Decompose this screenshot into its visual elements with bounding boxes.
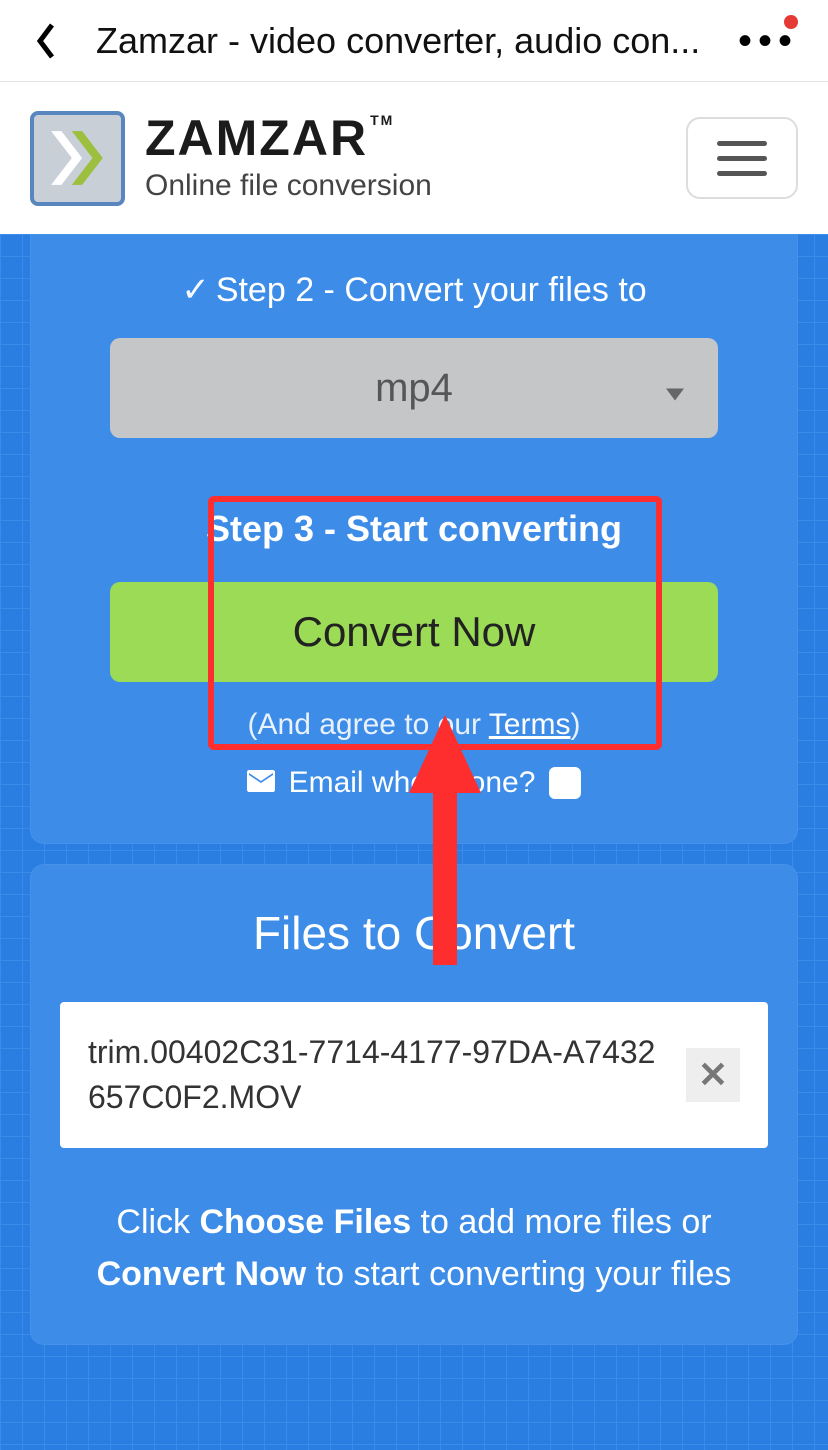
file-row: trim.00402C31-7714-4177-97DA-A7432657C0F… bbox=[60, 1002, 768, 1148]
remove-file-button[interactable]: ✕ bbox=[686, 1048, 740, 1102]
brand-logo[interactable] bbox=[30, 111, 125, 206]
brand-text: ZAMZARTM Online file conversion bbox=[145, 113, 686, 203]
email-when-done-checkbox[interactable] bbox=[549, 767, 581, 799]
hint-convert-now: Convert Now bbox=[97, 1255, 307, 1293]
page-title: Zamzar - video converter, audio con... bbox=[96, 20, 728, 62]
chevron-left-icon bbox=[34, 21, 58, 61]
format-select[interactable]: mp4 bbox=[110, 338, 718, 438]
more-menu-button[interactable]: ••• bbox=[738, 11, 798, 71]
terms-line: (And agree to our Terms) bbox=[60, 708, 768, 742]
step3-title: Step 3 - Start converting bbox=[60, 508, 768, 550]
format-selected-value: mp4 bbox=[375, 366, 453, 411]
site-header: ZAMZARTM Online file conversion bbox=[0, 82, 828, 234]
double-chevron-right-icon bbox=[47, 127, 109, 189]
files-panel: Files to Convert trim.00402C31-7714-4177… bbox=[30, 864, 798, 1345]
brand-name-text: ZAMZAR bbox=[145, 110, 368, 166]
hamburger-icon bbox=[717, 171, 767, 176]
terms-link[interactable]: Terms bbox=[489, 708, 571, 741]
files-title: Files to Convert bbox=[60, 906, 768, 960]
back-button[interactable] bbox=[30, 17, 62, 65]
brand-tagline: Online file conversion bbox=[145, 169, 686, 203]
dropdown-caret-icon bbox=[666, 366, 684, 411]
step3-block: Step 3 - Start converting Convert Now (A… bbox=[60, 508, 768, 800]
terms-suffix: ) bbox=[570, 708, 580, 741]
notification-dot-icon bbox=[784, 15, 798, 29]
email-when-done-label: Email when done? bbox=[289, 766, 536, 800]
trademark-text: TM bbox=[370, 112, 394, 128]
hamburger-icon bbox=[717, 141, 767, 146]
step2-label: ✓Step 2 - Convert your files to bbox=[60, 270, 768, 310]
convert-now-button[interactable]: Convert Now bbox=[110, 582, 718, 682]
step2-label-text: Step 2 - Convert your files to bbox=[216, 271, 647, 309]
hamburger-icon bbox=[717, 156, 767, 161]
hint-text: to start converting your files bbox=[306, 1255, 731, 1293]
files-hint: Click Choose Files to add more files or … bbox=[60, 1196, 768, 1301]
page-body: ✓Step 2 - Convert your files to mp4 Step… bbox=[0, 234, 828, 1450]
hint-choose-files: Choose Files bbox=[200, 1203, 412, 1241]
convert-panel: ✓Step 2 - Convert your files to mp4 Step… bbox=[30, 234, 798, 844]
menu-button[interactable] bbox=[686, 117, 798, 199]
terms-prefix: (And agree to our bbox=[248, 708, 489, 741]
email-when-done-row: Email when done? bbox=[60, 766, 768, 800]
hint-text: Click bbox=[116, 1203, 199, 1241]
close-icon: ✕ bbox=[698, 1054, 728, 1096]
hint-text: to add more files or bbox=[411, 1203, 711, 1241]
browser-top-bar: Zamzar - video converter, audio con... •… bbox=[0, 0, 828, 82]
check-icon: ✓ bbox=[181, 271, 210, 309]
file-name: trim.00402C31-7714-4177-97DA-A7432657C0F… bbox=[88, 1030, 666, 1120]
brand-name: ZAMZARTM bbox=[145, 113, 686, 163]
mail-icon bbox=[247, 766, 275, 800]
